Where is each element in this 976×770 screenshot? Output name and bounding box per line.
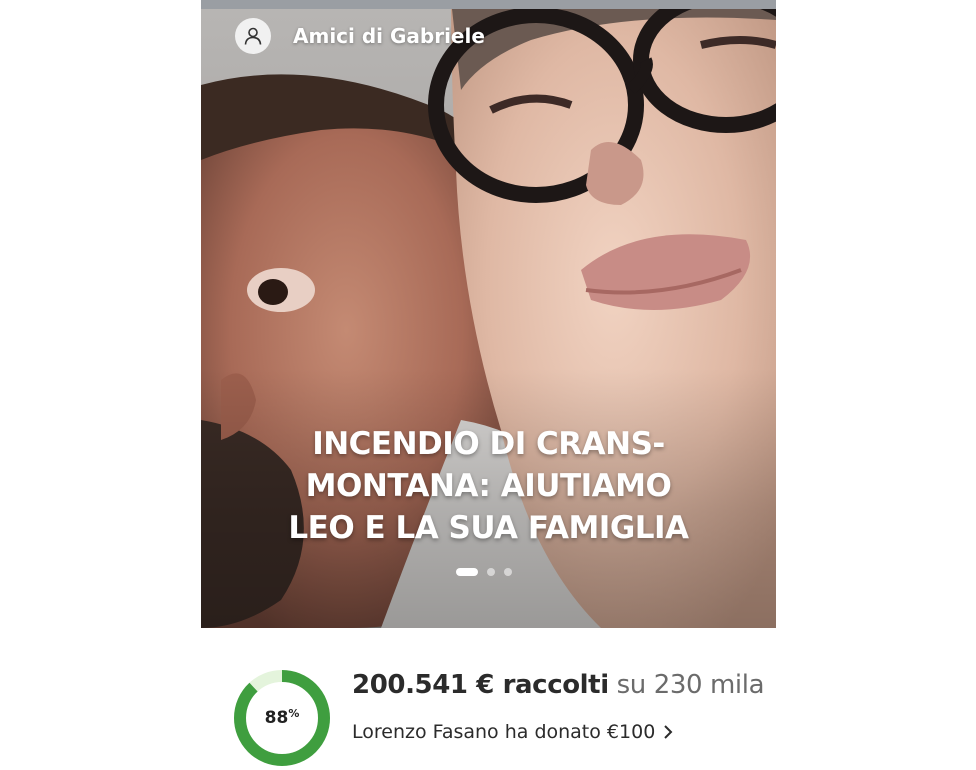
- organizer-header[interactable]: Amici di Gabriele: [235, 18, 485, 54]
- latest-donation-text: Lorenzo Fasano ha donato €100: [352, 721, 656, 743]
- campaign-title: INCENDIO DI CRANS-MONTANA: AIUTIAMO LEO …: [288, 426, 689, 546]
- progress-percent-sign: %: [288, 706, 300, 720]
- latest-donation-link[interactable]: Lorenzo Fasano ha donato €100: [352, 721, 673, 743]
- raised-summary: 200.541 € raccolti su 230 mila: [352, 670, 765, 700]
- hero-top-strip: [201, 0, 776, 9]
- progress-percent-number: 88: [264, 708, 289, 728]
- carousel-dot[interactable]: [504, 568, 512, 576]
- organizer-name[interactable]: Amici di Gabriele: [293, 24, 485, 48]
- raised-amount: 200.541 € raccolti: [352, 670, 609, 700]
- user-icon: [235, 18, 271, 54]
- progress-percent: 88%: [233, 669, 331, 767]
- campaign-hero-image[interactable]: Amici di Gabriele INCENDIO DI CRANS-MONT…: [201, 0, 776, 628]
- carousel-indicator: [456, 568, 512, 576]
- carousel-dot-active[interactable]: [456, 568, 478, 576]
- carousel-dot[interactable]: [487, 568, 495, 576]
- chevron-right-icon: [663, 724, 673, 740]
- goal-text: su 230 mila: [616, 670, 765, 700]
